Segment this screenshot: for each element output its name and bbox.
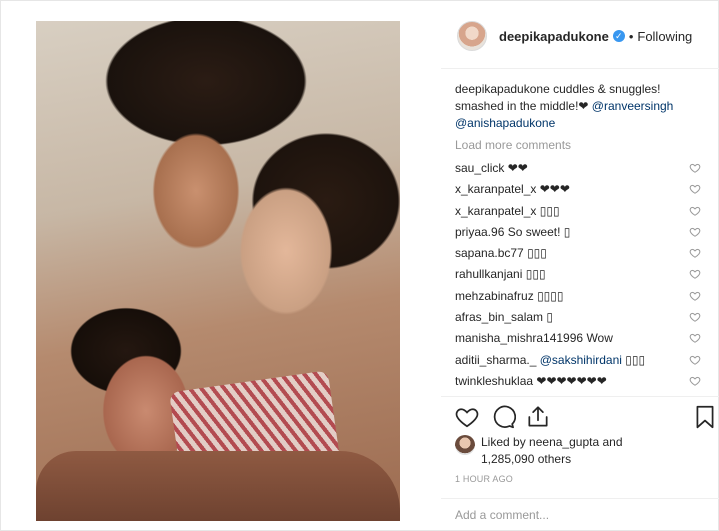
- mention-link[interactable]: @ranveersingh: [592, 99, 674, 113]
- comment-like-heart-icon[interactable]: [689, 247, 701, 259]
- post-timestamp[interactable]: 1 HOUR AGO: [455, 474, 513, 484]
- comment-row: mehzabinafruz ▯▯▯▯: [455, 288, 701, 309]
- follow-button[interactable]: Following: [637, 29, 692, 44]
- photo-detail: [36, 451, 400, 521]
- post-header: deepikapadukone ✓ • Following: [457, 20, 692, 52]
- comment-text: ▯▯▯: [525, 267, 546, 282]
- caption: deepikapadukone cuddles & snuggles! smas…: [455, 81, 705, 132]
- comment-text: So sweet! ▯: [507, 224, 571, 239]
- comment-row: manisha_mishra141996 Wow: [455, 330, 701, 351]
- liker-avatar[interactable]: [455, 435, 475, 455]
- comment-text: ▯: [546, 310, 554, 325]
- share-icon[interactable]: [525, 404, 551, 430]
- likes-summary: Liked by neena_gupta and 1,285,090 other…: [455, 434, 623, 468]
- likes-prefix: Liked by: [481, 435, 526, 449]
- comment-username[interactable]: aditii_sharma._: [455, 353, 536, 367]
- comment-text: ❤❤❤: [539, 182, 570, 197]
- comment-text: ▯▯▯: [539, 203, 560, 218]
- comment-row: rahullkanjani ▯▯▯: [455, 266, 701, 287]
- mention-link[interactable]: @sakshihirdani: [540, 353, 622, 367]
- comment-text: ▯▯▯: [527, 246, 547, 261]
- comment-username[interactable]: priyaa.96: [455, 225, 504, 239]
- comment-username[interactable]: twinkleshuklaa: [455, 374, 533, 388]
- comment-username[interactable]: x_karanpatel_x: [455, 182, 536, 196]
- comment-row: afras_bin_salam ▯: [455, 309, 701, 330]
- comment-like-heart-icon[interactable]: [689, 332, 701, 344]
- divider: [441, 68, 719, 69]
- comment-like-heart-icon[interactable]: [689, 375, 701, 387]
- comment-row: twinkleshuklaa ❤❤❤❤❤❤❤: [455, 373, 701, 394]
- bookmark-icon[interactable]: [692, 404, 718, 430]
- comment-row: priyaa.96 So sweet! ▯: [455, 224, 701, 245]
- separator-dot: •: [628, 28, 634, 44]
- comment-row: sau_click ❤❤: [455, 160, 701, 181]
- header-username[interactable]: deepikapadukone: [499, 29, 609, 44]
- comment-like-heart-icon[interactable]: [689, 205, 701, 217]
- comment-text: ❤❤: [507, 161, 528, 175]
- likes-text: Liked by neena_gupta and 1,285,090 other…: [481, 434, 623, 468]
- comment-username[interactable]: mehzabinafruz: [455, 289, 534, 303]
- comment-like-heart-icon[interactable]: [689, 354, 701, 366]
- comment-username[interactable]: manisha_mishra141996: [455, 331, 583, 345]
- comment-like-heart-icon[interactable]: [689, 268, 701, 280]
- comment-text: ▯▯▯: [625, 352, 646, 367]
- comment-like-heart-icon[interactable]: [689, 226, 701, 238]
- comment-username[interactable]: afras_bin_salam: [455, 310, 543, 324]
- comment-username[interactable]: sapana.bc77: [455, 246, 524, 260]
- likes-and: and: [602, 435, 623, 449]
- comment-text: ❤❤❤❤❤❤❤: [536, 373, 607, 388]
- comment-text: ▯▯▯▯: [537, 288, 564, 303]
- instagram-post: deepikapadukone ✓ • Following deepikapad…: [0, 0, 719, 531]
- avatar[interactable]: [457, 21, 487, 51]
- verified-badge-icon: ✓: [612, 30, 625, 42]
- load-more-comments-button[interactable]: Load more comments: [455, 138, 571, 152]
- mention-link[interactable]: @anishapadukone: [455, 116, 555, 130]
- divider: [441, 396, 719, 397]
- likes-count[interactable]: 1,285,090 others: [481, 452, 571, 466]
- caption-username[interactable]: deepikapadukone: [455, 82, 550, 96]
- comment-like-heart-icon[interactable]: [689, 311, 701, 323]
- comment-row: x_karanpatel_x ❤❤❤: [455, 181, 701, 202]
- comment-like-heart-icon[interactable]: [689, 183, 701, 195]
- comment-username[interactable]: rahullkanjani: [455, 267, 522, 281]
- comment-row: sapana.bc77 ▯▯▯: [455, 245, 701, 266]
- comment-icon[interactable]: [490, 404, 517, 430]
- comment-row: aditii_sharma._ @sakshihirdani ▯▯▯: [455, 352, 701, 373]
- divider: [441, 498, 719, 499]
- comment-like-heart-icon[interactable]: [689, 290, 701, 302]
- comment-like-heart-icon[interactable]: [689, 162, 701, 174]
- action-bar: [454, 404, 716, 430]
- liker-username[interactable]: neena_gupta: [529, 435, 599, 449]
- comment-username[interactable]: sau_click: [455, 161, 504, 175]
- comment-list: sau_click ❤❤ x_karanpatel_x ❤❤❤ x_karanpat…: [455, 160, 701, 394]
- heart-icon[interactable]: [454, 404, 480, 430]
- post-photo[interactable]: [36, 21, 400, 521]
- comment-text: Wow: [586, 331, 613, 346]
- add-comment-input[interactable]: [455, 508, 705, 522]
- comment-row: x_karanpatel_x ▯▯▯: [455, 203, 701, 224]
- comment-username[interactable]: x_karanpatel_x: [455, 204, 536, 218]
